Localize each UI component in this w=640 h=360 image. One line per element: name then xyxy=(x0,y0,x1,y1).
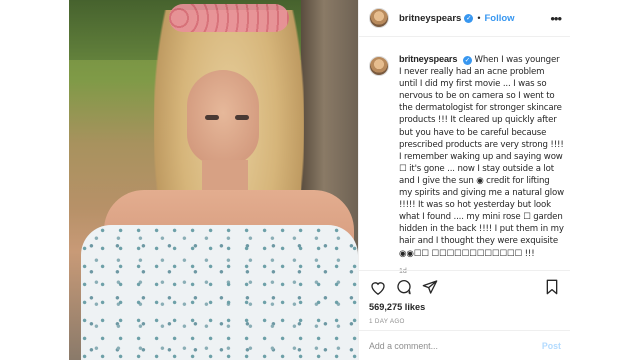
photo-right-eye xyxy=(235,115,249,120)
caption-author-avatar[interactable] xyxy=(369,56,389,76)
post-header: britneyspears ✓ • Follow ••• xyxy=(359,0,571,37)
bookmark-icon[interactable] xyxy=(543,278,561,296)
verified-badge-icon: ✓ xyxy=(464,13,474,23)
share-send-icon[interactable] xyxy=(421,278,439,296)
verified-badge-icon: ✓ xyxy=(462,56,472,65)
author-avatar[interactable] xyxy=(369,8,389,28)
post-photo[interactable] xyxy=(69,0,358,360)
photo-left-eye xyxy=(205,115,219,120)
likes-count[interactable]: 569,275 likes xyxy=(369,302,561,312)
action-icons-row xyxy=(369,277,561,297)
follow-button[interactable]: Follow xyxy=(484,13,514,24)
photo-floral-top xyxy=(81,225,358,360)
more-options-icon[interactable]: ••• xyxy=(550,11,562,26)
caption-username[interactable]: britneyspears xyxy=(399,54,457,64)
right-letterbox xyxy=(570,0,640,360)
post-actions: 569,275 likes 1 DAY AGO xyxy=(359,270,571,325)
separator-dot: • xyxy=(477,13,481,23)
heart-icon[interactable] xyxy=(369,278,387,296)
comment-bubble-icon[interactable] xyxy=(395,278,413,296)
comment-input[interactable]: Add a comment... xyxy=(369,341,438,351)
comment-box: Add a comment... Post xyxy=(359,330,571,360)
photo-flower-crown xyxy=(169,4,289,32)
left-letterbox xyxy=(0,0,69,360)
author-username[interactable]: britneyspears xyxy=(399,13,461,24)
caption-text: britneyspears ✓ When I was younger I nev… xyxy=(399,53,564,260)
caption-body: When I was younger I never really had an… xyxy=(399,55,564,259)
post-side-panel: britneyspears ✓ • Follow ••• britneyspea… xyxy=(358,0,571,360)
post-timestamp[interactable]: 1 DAY AGO xyxy=(369,318,561,325)
post-caption: britneyspears ✓ When I was younger I nev… xyxy=(369,53,564,275)
post-comment-button[interactable]: Post xyxy=(542,341,561,351)
